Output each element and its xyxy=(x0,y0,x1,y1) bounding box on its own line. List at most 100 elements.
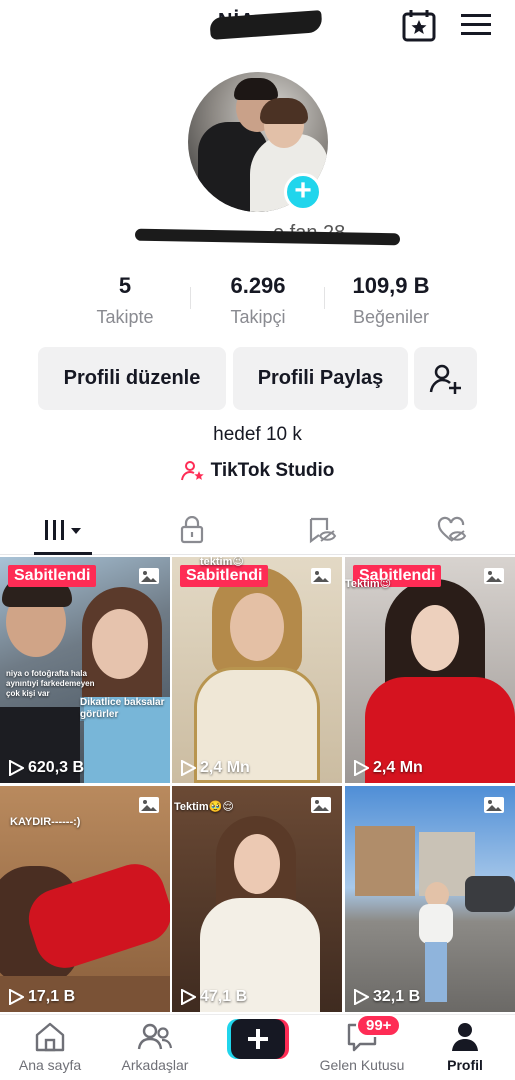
nav-home[interactable]: Ana sayfa xyxy=(10,1015,90,1080)
video-grid: Sabitlendi niya o fotoğrafta hala aynınt… xyxy=(0,557,515,1012)
tab-videos[interactable] xyxy=(0,505,128,555)
plus-icon xyxy=(227,1019,289,1059)
video-thumbnail[interactable]: Tektim🥹😌 47,1 B xyxy=(172,786,342,1012)
stat-likes-label: Beğeniler xyxy=(352,307,430,327)
photo-icon xyxy=(311,797,331,813)
thumb-caption: niya o fotoğrafta hala aynıntıyi farkede… xyxy=(6,669,95,698)
photo-icon xyxy=(139,797,159,813)
lock-icon xyxy=(180,516,204,544)
thumb-caption: KAYDIR------:) xyxy=(10,816,81,828)
stat-followers-label: Takipçi xyxy=(230,307,286,327)
stat-divider xyxy=(190,287,191,309)
view-count: 2,4 Mn xyxy=(353,759,423,777)
inbox-notification-badge: 99+ xyxy=(356,1014,402,1037)
view-count: 2,4 Mn xyxy=(180,759,250,777)
calendar-star-icon[interactable] xyxy=(401,8,437,42)
view-count-text: 2,4 Mn xyxy=(200,759,250,776)
heart-eye-icon xyxy=(437,516,467,542)
bookmark-eye-icon xyxy=(309,517,337,544)
profile-stats: 5 Takipte 6.296 Takipçi 109,9 B Beğenile… xyxy=(0,273,515,333)
handle-redaction xyxy=(134,228,401,246)
friends-icon xyxy=(137,1023,173,1050)
view-count-text: 47,1 B xyxy=(200,988,248,1005)
photo-icon xyxy=(311,568,331,584)
studio-label: TikTok Studio xyxy=(210,460,335,481)
view-count: 47,1 B xyxy=(180,988,247,1006)
create-post-button[interactable] xyxy=(227,1019,289,1059)
thumb-jeans xyxy=(425,942,447,1002)
thumb-caption: Tektim🥹😌 xyxy=(174,801,234,813)
nav-profile[interactable]: Profil xyxy=(428,1015,502,1080)
stat-following-label: Takipte xyxy=(96,307,154,327)
tab-private[interactable] xyxy=(128,505,256,555)
profile-bio: hedef 10 k xyxy=(213,424,302,445)
pinned-badge: Sabitlendi xyxy=(180,565,269,587)
stat-divider xyxy=(324,287,325,309)
stat-likes-value: 109,9 B xyxy=(352,273,430,298)
video-thumbnail[interactable]: Sabitlendi tektim😉 2,4 Mn xyxy=(172,557,342,783)
avatar-hair-groom xyxy=(234,78,278,100)
photo-icon xyxy=(484,797,504,813)
top-bar: NİA xyxy=(0,0,515,60)
view-count-text: 17,1 B xyxy=(28,988,76,1005)
add-story-plus-icon[interactable]: + xyxy=(284,173,322,211)
stat-followers[interactable]: 6.296 Takipçi xyxy=(214,273,302,328)
view-count-text: 2,4 Mn xyxy=(373,759,423,776)
profile-person-icon xyxy=(452,1023,478,1051)
view-count: 620,3 B xyxy=(8,759,84,777)
home-icon xyxy=(35,1022,65,1052)
thumb-car xyxy=(465,876,515,912)
active-tab-indicator xyxy=(34,552,92,555)
play-icon xyxy=(354,989,369,1005)
add-person-icon xyxy=(429,364,461,394)
play-icon xyxy=(181,989,196,1005)
play-icon xyxy=(181,760,196,776)
avatar-hair-bride xyxy=(260,98,308,124)
tiktok-studio-link[interactable]: TikTok Studio xyxy=(0,460,515,482)
studio-person-star-icon xyxy=(180,461,204,481)
nav-friends[interactable]: Arkadaşlar xyxy=(110,1015,200,1080)
view-count-text: 620,3 B xyxy=(28,759,85,776)
pinned-badge: Sabitlendi xyxy=(8,565,97,587)
thumb-caption: Tektim😉 xyxy=(345,578,392,590)
play-icon xyxy=(354,760,369,776)
profile-tabs xyxy=(0,505,515,555)
view-count: 17,1 B xyxy=(8,988,75,1006)
photo-icon xyxy=(139,568,159,584)
share-profile-button[interactable]: Profili Paylaş xyxy=(233,347,408,410)
video-thumbnail[interactable]: 32,1 B xyxy=(345,786,515,1012)
thumb-face xyxy=(234,834,280,894)
thumb-building xyxy=(355,826,415,896)
stat-followers-value: 6.296 xyxy=(230,273,286,298)
profile-handle[interactable]: e fan 28 xyxy=(134,222,401,248)
nav-home-label: Ana sayfa xyxy=(18,1057,82,1073)
play-icon xyxy=(9,760,24,776)
photo-icon xyxy=(484,568,504,584)
edit-profile-button[interactable]: Profili düzenle xyxy=(38,347,226,410)
profile-username[interactable]: NİA xyxy=(209,10,323,42)
view-count: 32,1 B xyxy=(353,988,420,1006)
video-thumbnail[interactable]: Sabitlendi Tektim😉 2,4 Mn xyxy=(345,557,515,783)
nav-profile-label: Profil xyxy=(447,1057,483,1073)
thumb-face xyxy=(92,609,148,679)
bottom-navigation: Ana sayfa Arkadaşlar Gelen Kutusu Profil xyxy=(0,1014,515,1080)
nav-inbox-label: Gelen Kutusu xyxy=(319,1057,405,1073)
video-thumbnail[interactable]: KAYDIR------:) 17,1 B xyxy=(0,786,170,1012)
thumb-caption: Dikatlice baksalar görürler xyxy=(80,697,168,721)
thumb-caption: tektim😉 xyxy=(200,557,244,568)
tab-liked[interactable] xyxy=(388,505,515,555)
play-icon xyxy=(9,989,24,1005)
tab-reposts[interactable] xyxy=(258,505,386,555)
thumb-face xyxy=(411,605,459,671)
thumb-clothes xyxy=(419,904,453,944)
stat-likes[interactable]: 109,9 B Beğeniler xyxy=(340,273,442,328)
grid-bars-icon xyxy=(45,520,81,540)
nav-friends-label: Arkadaşlar xyxy=(121,1057,189,1073)
video-thumbnail[interactable]: Sabitlendi niya o fotoğrafta hala aynınt… xyxy=(0,557,170,783)
stat-following-value: 5 xyxy=(118,273,132,298)
add-friend-button[interactable] xyxy=(414,347,477,410)
stat-following[interactable]: 5 Takipte xyxy=(84,273,166,328)
hamburger-menu-icon[interactable] xyxy=(459,12,493,38)
thumb-face xyxy=(230,593,284,661)
view-count-text: 32,1 B xyxy=(373,988,421,1005)
